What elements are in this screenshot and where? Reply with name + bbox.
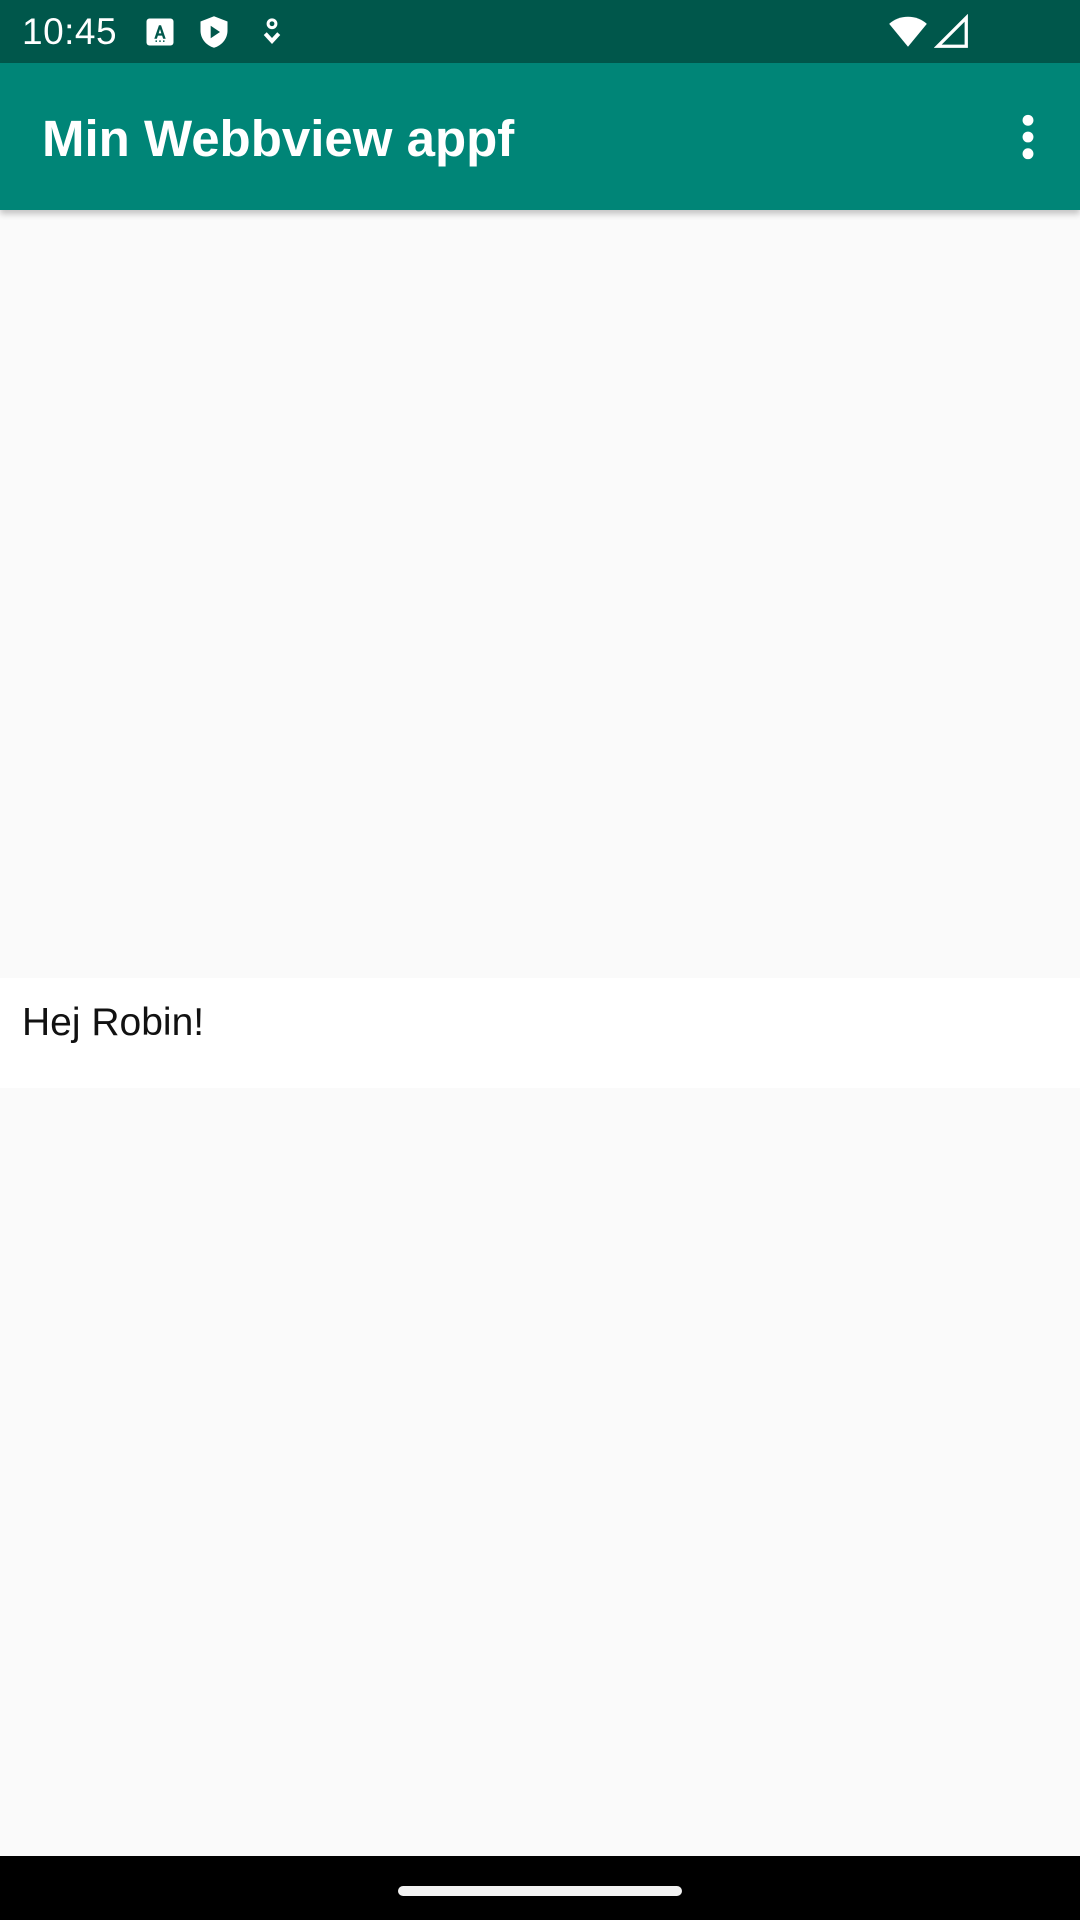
app-title: Min Webbview appf [42,110,515,167]
font-a-icon [142,14,178,50]
shield-play-icon [196,14,232,50]
webview-content[interactable]: Hej Robin! [0,210,1080,1856]
app-bar: Min Webbview appf [0,63,1080,210]
wifi-icon [888,14,928,50]
location-pin-icon [254,14,290,50]
status-time: 10:45 [22,11,118,52]
cell-signal-icon [934,14,970,50]
webview-text-block: Hej Robin! [0,978,1080,1088]
app-screen: 10:45 Min Webbview appf Hej Robin! [0,0,1080,1920]
home-handle[interactable] [398,1886,682,1896]
status-bar: 10:45 [0,0,1080,63]
more-vert-icon[interactable] [990,99,1066,175]
navigation-bar [0,1856,1080,1920]
webview-greeting-text: Hej Robin! [22,1001,205,1044]
